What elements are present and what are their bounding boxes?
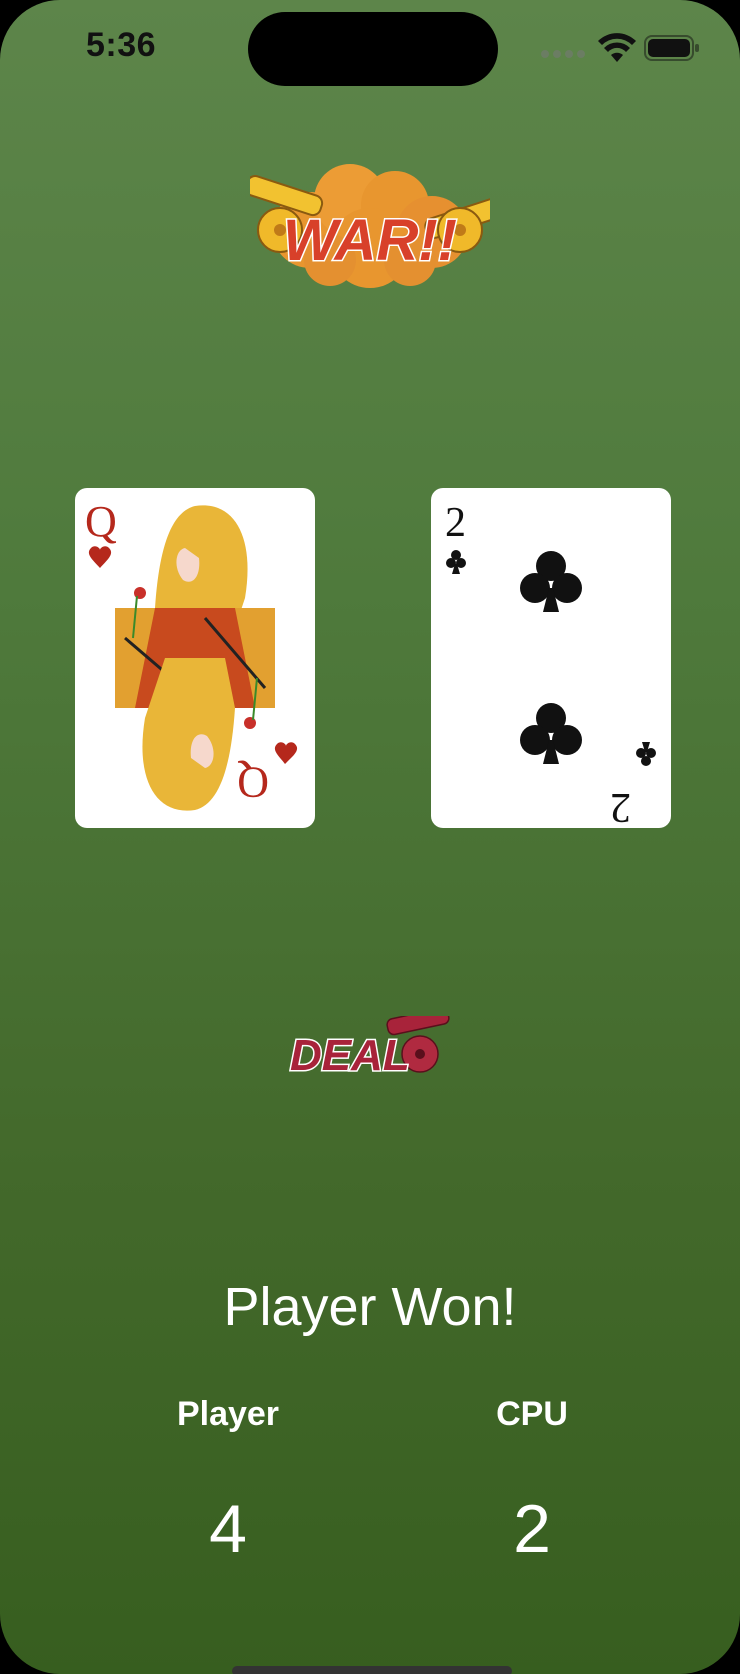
- game-screen: 5:36 WAR!! Q Q 2 2 DEAL Player Won! Play…: [0, 0, 740, 1674]
- cpu-score: 2: [513, 1491, 551, 1567]
- player-score-label: Player: [176, 1395, 280, 1433]
- cpu-score-label: CPU: [496, 1395, 568, 1433]
- wifi-icon: [598, 33, 636, 62]
- club-icon: [520, 703, 582, 764]
- svg-text:WAR!!: WAR!!: [283, 208, 457, 273]
- status-icons: [540, 32, 700, 64]
- home-indicator[interactable]: [232, 1666, 512, 1674]
- svg-text:DEAL: DEAL: [290, 1031, 410, 1080]
- svg-text:Q: Q: [237, 758, 269, 807]
- dynamic-island: [248, 12, 498, 86]
- svg-text:Q: Q: [85, 497, 117, 546]
- cpu-card: 2 2: [431, 488, 671, 828]
- war-logo: WAR!!: [250, 164, 490, 288]
- player-card: Q Q: [75, 488, 315, 828]
- battery-icon: [644, 35, 699, 61]
- svg-text:2: 2: [610, 784, 631, 828]
- club-icon: [520, 551, 582, 612]
- player-score: 4: [209, 1491, 247, 1567]
- svg-text:2: 2: [445, 500, 466, 546]
- status-time: 5:36: [86, 26, 157, 64]
- club-icon: [636, 742, 656, 766]
- two-of-clubs-icon: 2 2: [445, 500, 656, 828]
- cellular-icon: [541, 50, 585, 58]
- queen-of-hearts-icon: Q Q: [85, 497, 298, 811]
- result-text: Player Won!: [223, 1277, 517, 1337]
- deal-button[interactable]: DEAL: [288, 1016, 452, 1080]
- club-icon: [446, 550, 466, 574]
